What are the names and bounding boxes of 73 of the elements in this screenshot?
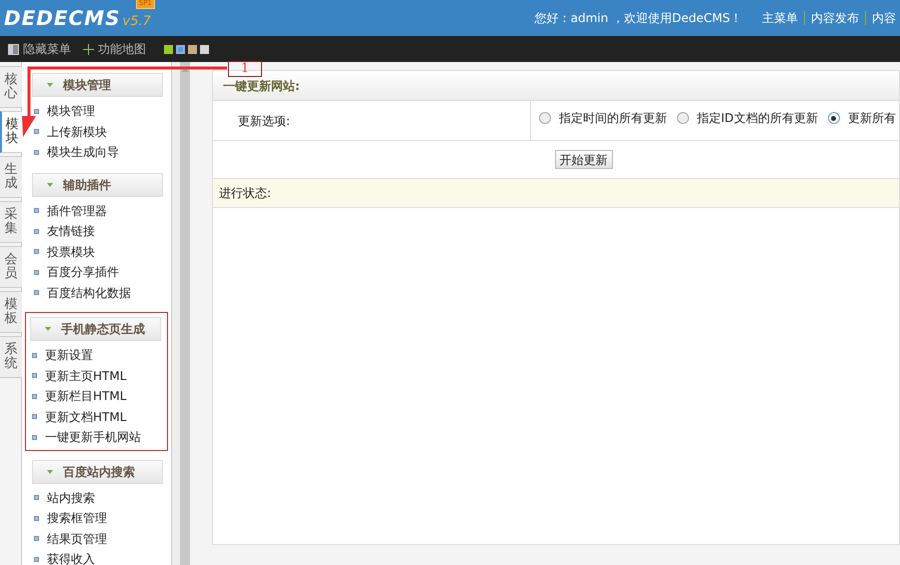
greeting-text: 您好：admin ，欢迎使用DedeCMS！ [534,10,742,27]
side-tab[interactable]: 采集 [0,201,22,243]
caret-icon [47,182,53,186]
scroll-up-icon [181,68,189,72]
menu-item[interactable]: 站内搜索 [32,488,161,508]
radio-option[interactable]: 指定时间的所有更新 [539,109,667,127]
caret-icon [47,470,53,474]
theme-swatch[interactable] [188,44,197,54]
bullet-icon [34,228,39,234]
menu-item[interactable]: 更新主页HTML [30,366,163,386]
bullet-icon [32,434,37,440]
group-header[interactable]: 辅助插件 [32,172,163,196]
toolbar-button[interactable]: 隐藏菜单 [8,40,71,58]
theme-swatch[interactable] [200,44,209,54]
annotation-box: 1 [228,61,262,77]
status-row: 进行状态: [213,179,899,208]
bullet-icon [34,249,39,254]
caret-icon [45,327,51,331]
bullet-icon [32,352,37,358]
bullet-icon [34,516,39,521]
group-header[interactable]: 百度站内搜索 [32,460,163,484]
bullet-icon [34,129,39,134]
bullet-icon [34,495,39,500]
menu-item[interactable]: 百度分享插件 [32,262,161,282]
group-header[interactable]: 手机静态页生成 [30,317,161,341]
panel-icon [8,44,19,54]
bullet-icon [32,394,37,399]
menu-item[interactable]: 模块管理 [32,101,161,122]
menu-item[interactable]: 一键更新手机网站 [30,427,163,448]
caret-icon [47,83,53,87]
menu-item[interactable]: 百度结构化数据 [32,282,161,303]
bullet-icon [32,414,37,420]
menu-item[interactable]: 结果页管理 [32,528,161,549]
bullet-icon [32,373,37,378]
side-tab[interactable]: 会员 [0,246,22,288]
radio-option[interactable]: 指定ID文档的所有更新 [677,109,818,127]
side-tab[interactable]: 生成 [0,156,22,198]
logo: DEDECMS [4,8,121,28]
bullet-icon [34,150,39,155]
version-label: v5.7 [122,15,151,28]
menu-item[interactable]: 更新文档HTML [30,406,163,427]
menu-item[interactable]: 获得收入 [32,549,161,565]
side-tab[interactable]: 模板 [0,291,22,333]
nav-link[interactable]: 内容发布 [811,9,859,27]
bullet-icon [34,270,39,275]
group-header[interactable]: 模块管理 [32,73,163,97]
toolbar-button[interactable]: 功能地图 [83,40,146,58]
menu-item[interactable]: 搜索框管理 [32,508,161,528]
menu-item[interactable]: 上传新模块 [32,122,161,142]
radio-option[interactable]: 更新所有 [828,109,896,127]
bullet-icon [34,208,39,214]
side-tab[interactable]: 模块 [0,111,22,153]
side-tab[interactable]: 核心 [0,66,22,108]
nav-link[interactable]: 内容 [872,9,896,27]
menu-item[interactable]: 更新设置 [30,345,163,366]
bullet-icon [34,536,39,542]
radio-button[interactable] [677,112,689,124]
radio-button[interactable] [828,112,840,124]
bullet-icon [34,290,39,296]
theme-swatch[interactable] [164,44,173,54]
nav-link[interactable]: 主菜单 [762,9,798,27]
menu-item[interactable]: 插件管理器 [32,200,161,221]
menu-item[interactable]: 投票模块 [32,242,161,262]
menu-item[interactable]: 友情链接 [32,221,161,242]
bullet-icon [34,108,39,114]
bullet-icon [34,556,39,562]
start-update-button[interactable]: 开始更新 [554,150,612,169]
side-tab[interactable]: 系统 [0,336,22,378]
option-label: 更新选项: [213,101,531,140]
menu-item[interactable]: 更新栏目HTML [30,386,163,406]
menu-item[interactable]: 模块生成向导 [32,142,161,162]
theme-swatch[interactable] [176,44,185,54]
radio-button[interactable] [539,112,551,124]
